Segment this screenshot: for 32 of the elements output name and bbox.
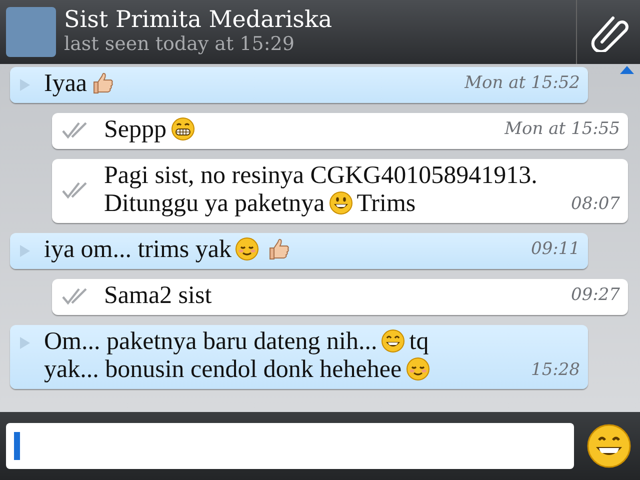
- thumbs-up-icon: [91, 71, 116, 95]
- message-text: Pagi sist, no resinya CGKG401058941913.: [104, 162, 538, 188]
- message-text: Sama2 sist: [104, 282, 212, 309]
- scroll-up-arrow-icon[interactable]: [620, 66, 634, 74]
- message-text: Trims: [356, 190, 416, 218]
- incoming-marker-icon: [20, 79, 30, 91]
- message-text: Ditunggu ya paketnya: [104, 190, 325, 218]
- message-text: Om... paketnya baru dateng nih...: [44, 328, 378, 354]
- message-text: Seppp: [104, 116, 166, 143]
- blushing-face-icon: [235, 237, 260, 261]
- grinning-face-icon: [381, 328, 406, 352]
- message-input-field[interactable]: [6, 423, 574, 469]
- last-seen-status: last seen today at 15:29: [64, 33, 296, 56]
- message-text: yak... bonusin cendol donk hehehee: [44, 356, 402, 384]
- incoming-marker-icon: [20, 245, 30, 257]
- avatar-photo-placeholder: [6, 7, 56, 57]
- blushing-face-icon: [406, 357, 430, 382]
- smiley-button-icon[interactable]: [586, 423, 632, 469]
- message-time: 08:07: [571, 192, 620, 216]
- message-time: 15:28: [531, 358, 580, 382]
- thumbs-up-icon: [267, 237, 292, 261]
- grimacing-face-icon: [170, 116, 194, 141]
- incoming-marker-icon: [20, 336, 30, 348]
- message-text: iya om... trims yak: [44, 236, 232, 263]
- message-time: Mon at 15:55: [504, 118, 620, 141]
- message-time: 09:27: [571, 284, 620, 307]
- message-text: tq: [409, 328, 429, 354]
- message-time: 09:11: [531, 238, 580, 262]
- message-time: Mon at 15:52: [464, 72, 580, 96]
- message-text: Iyaa: [44, 70, 88, 97]
- smiling-face-icon: [328, 191, 353, 216]
- contact-name: Sist Primita Medariska: [64, 8, 332, 34]
